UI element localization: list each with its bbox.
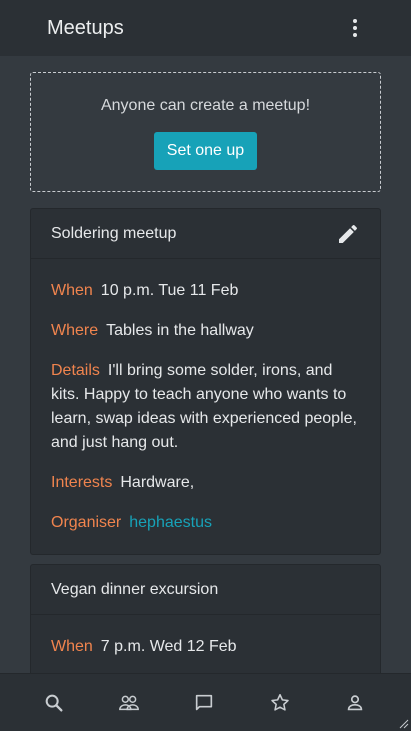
- people-icon: [119, 695, 139, 710]
- meetup-organiser-row: Organiser hephaestus: [51, 511, 360, 535]
- set-one-up-button[interactable]: Set one up: [153, 132, 258, 170]
- meetup-when-row: When 10 p.m. Tue 11 Feb: [51, 279, 360, 303]
- meetup-card: Vegan dinner excursion When 7 p.m. Wed 12…: [30, 564, 381, 673]
- app-bar: Meetups: [0, 0, 411, 56]
- nav-favorites[interactable]: [242, 674, 317, 731]
- create-meetup-text: Anyone can create a meetup!: [100, 97, 311, 114]
- meetup-when: 7 p.m. Wed 12 Feb: [100, 638, 237, 655]
- organiser-link[interactable]: hephaestus: [129, 514, 212, 531]
- search-icon: [45, 694, 63, 712]
- meetup-where: Tables in the hallway: [106, 322, 254, 339]
- details-label: Details: [51, 362, 100, 379]
- nav-search[interactable]: [16, 674, 91, 731]
- meetup-card-body: When 7 p.m. Wed 12 Feb: [31, 615, 380, 659]
- create-meetup-box: Anyone can create a meetup! Set one up: [30, 72, 381, 192]
- when-label: When: [51, 282, 93, 299]
- organiser-label: Organiser: [51, 514, 122, 531]
- nav-chat[interactable]: [167, 674, 242, 731]
- more-vert-dot: [353, 33, 357, 37]
- meetup-card-header: Soldering meetup: [31, 209, 380, 259]
- star-icon: [271, 693, 289, 711]
- bottom-nav: [0, 673, 411, 731]
- meetup-interests-row: Interests Hardware,: [51, 471, 360, 495]
- meetup-when: 10 p.m. Tue 11 Feb: [100, 282, 239, 299]
- edit-icon[interactable]: [336, 222, 360, 246]
- where-label: Where: [51, 322, 99, 339]
- meetup-card-body: When 10 p.m. Tue 11 Feb Where Tables in th…: [31, 259, 380, 535]
- meetup-title: Vegan dinner excursion: [51, 580, 219, 598]
- resize-handle-icon[interactable]: [399, 719, 409, 729]
- nav-people[interactable]: [91, 674, 166, 731]
- meetup-card: Soldering meetup When 10 p.m. Tue 11 Feb …: [30, 208, 381, 555]
- when-label: When: [51, 638, 93, 655]
- meetup-card-header: Vegan dinner excursion: [31, 565, 380, 615]
- meetup-where-row: Where Tables in the hallway: [51, 319, 360, 343]
- meetup-list[interactable]: Anyone can create a meetup! Set one up S…: [0, 56, 411, 673]
- nav-profile[interactable]: [318, 674, 393, 731]
- meetup-details-row: Details I'll bring some solder, irons, an…: [51, 359, 360, 455]
- more-vert-icon: [353, 19, 357, 23]
- more-vert-dot: [353, 26, 357, 30]
- meetup-when-row: When 7 p.m. Wed 12 Feb: [51, 635, 360, 659]
- interests-label: Interests: [51, 474, 113, 491]
- page-title: Meetups: [47, 16, 124, 39]
- meetup-title: Soldering meetup: [51, 224, 177, 242]
- meetup-interests: Hardware,: [120, 474, 195, 491]
- person-icon: [348, 694, 363, 710]
- chat-icon: [196, 694, 213, 710]
- more-menu-button[interactable]: [345, 16, 365, 40]
